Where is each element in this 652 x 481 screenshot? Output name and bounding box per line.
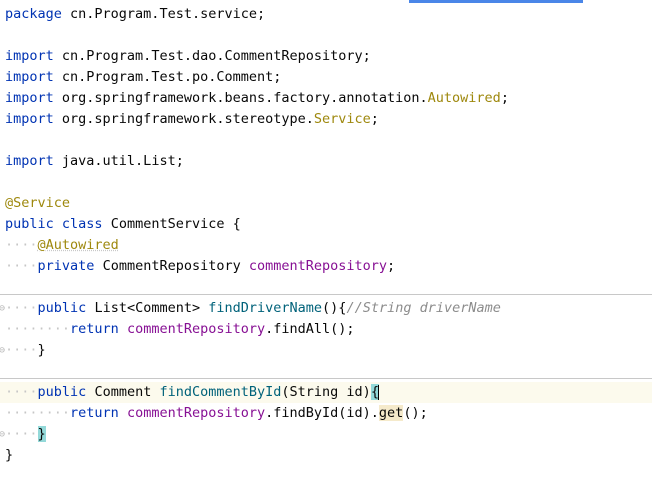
- whitespace-dots: ····: [5, 384, 38, 400]
- keyword: private: [37, 258, 95, 274]
- whitespace-dots: ····: [5, 258, 38, 274]
- keyword: import: [5, 90, 54, 106]
- import-path: org.springframework.stereotype.: [53, 111, 314, 127]
- code-line-field-decl: ····private CommentRepository commentRep…: [0, 256, 652, 277]
- close-brace: }: [37, 342, 46, 358]
- keyword: class: [61, 216, 103, 232]
- whitespace-dots: ····: [5, 300, 38, 316]
- keyword: import: [5, 69, 54, 85]
- keyword: package: [5, 6, 62, 22]
- code-line-import: import cn.Program.Test.dao.CommentReposi…: [0, 46, 652, 67]
- code-line-annotation: ····@Autowired: [0, 235, 652, 256]
- method-call: .findById(id).: [265, 405, 379, 421]
- code-line-package: package cn.Program.Test.service;: [0, 4, 652, 25]
- matched-brace: }: [37, 426, 46, 442]
- package-name: cn.Program.Test.service;: [61, 6, 266, 22]
- annotation: @Autowired: [37, 237, 119, 253]
- annotation: @Service: [5, 195, 71, 211]
- method-signature: (){: [322, 300, 347, 316]
- close-brace: }: [5, 447, 14, 463]
- keyword: public: [37, 384, 87, 400]
- code-line-class-decl: public class CommentService {: [0, 214, 652, 235]
- whitespace-dots: ········: [5, 405, 71, 421]
- code-line-class-close: }: [0, 445, 652, 466]
- import-path: cn.Program.Test.dao.CommentRepository;: [53, 48, 371, 64]
- code-line-close-brace: ⊖ ····}: [0, 340, 652, 361]
- call-tail: ();: [403, 405, 428, 421]
- return-type: Comment: [94, 384, 152, 400]
- import-path: org.springframework.beans.factory.annota…: [53, 90, 428, 106]
- text-caret: [377, 384, 379, 400]
- method-separator: [0, 378, 652, 379]
- active-tab-indicator: [409, 0, 583, 3]
- field-reference: commentRepository: [126, 405, 266, 421]
- fold-icon[interactable]: ⊖: [0, 340, 5, 361]
- import-path: cn.Program.Test.po.Comment;: [53, 69, 282, 85]
- semicolon: ;: [500, 90, 509, 106]
- code-line-import: import org.springframework.stereotype.Se…: [0, 109, 652, 130]
- fold-icon[interactable]: ⊖: [0, 424, 5, 445]
- code-line-import: import java.util.List;: [0, 151, 652, 172]
- whitespace-dots: ····: [5, 237, 38, 253]
- annotation-type-name: Autowired: [427, 90, 501, 106]
- method-name: findCommentById: [159, 384, 282, 400]
- open-brace: {: [224, 216, 241, 232]
- method-signature: (String id): [281, 384, 371, 400]
- fold-icon[interactable]: ⊖: [0, 298, 5, 319]
- keyword: return: [70, 405, 119, 421]
- code-line-close-brace: ⊖ ····}: [0, 424, 652, 445]
- keyword: import: [5, 153, 54, 169]
- code-line-method-decl: ⊖ ····public List<Comment> findDriverName…: [0, 298, 652, 319]
- annotation-type-name: Service: [313, 111, 371, 127]
- semicolon: ;: [370, 111, 379, 127]
- highlighted-method: get: [378, 405, 404, 421]
- code-line-return: ········return commentRepository.findAll…: [0, 319, 652, 340]
- field-name: commentRepository: [248, 258, 388, 274]
- code-line-annotation: @Service: [0, 193, 652, 214]
- code-line-import: import cn.Program.Test.po.Comment;: [0, 67, 652, 88]
- code-comment: //String driverName: [346, 300, 501, 316]
- keyword: import: [5, 111, 54, 127]
- code-editor[interactable]: package cn.Program.Test.service; import …: [0, 4, 652, 466]
- method-name: findDriverName: [208, 300, 323, 316]
- import-path: java.util.List;: [53, 153, 184, 169]
- keyword: import: [5, 48, 54, 64]
- field-reference: commentRepository: [126, 321, 266, 337]
- code-line-method-decl-current: ····public Comment findCommentById(Strin…: [0, 382, 652, 403]
- method-separator: [0, 294, 652, 295]
- class-name: CommentService: [110, 216, 225, 232]
- code-line-return: ········return commentRepository.findByI…: [0, 403, 652, 424]
- keyword: return: [70, 321, 119, 337]
- whitespace-dots: ····: [5, 426, 38, 442]
- keyword: public: [37, 300, 87, 316]
- code-line-import: import org.springframework.beans.factory…: [0, 88, 652, 109]
- whitespace-dots: ········: [5, 321, 71, 337]
- semicolon: ;: [387, 258, 396, 274]
- whitespace-dots: ····: [5, 342, 38, 358]
- keyword: public: [5, 216, 54, 232]
- type-name: CommentRepository: [102, 258, 241, 274]
- return-type: List<Comment>: [94, 300, 201, 316]
- method-call: .findAll();: [265, 321, 355, 337]
